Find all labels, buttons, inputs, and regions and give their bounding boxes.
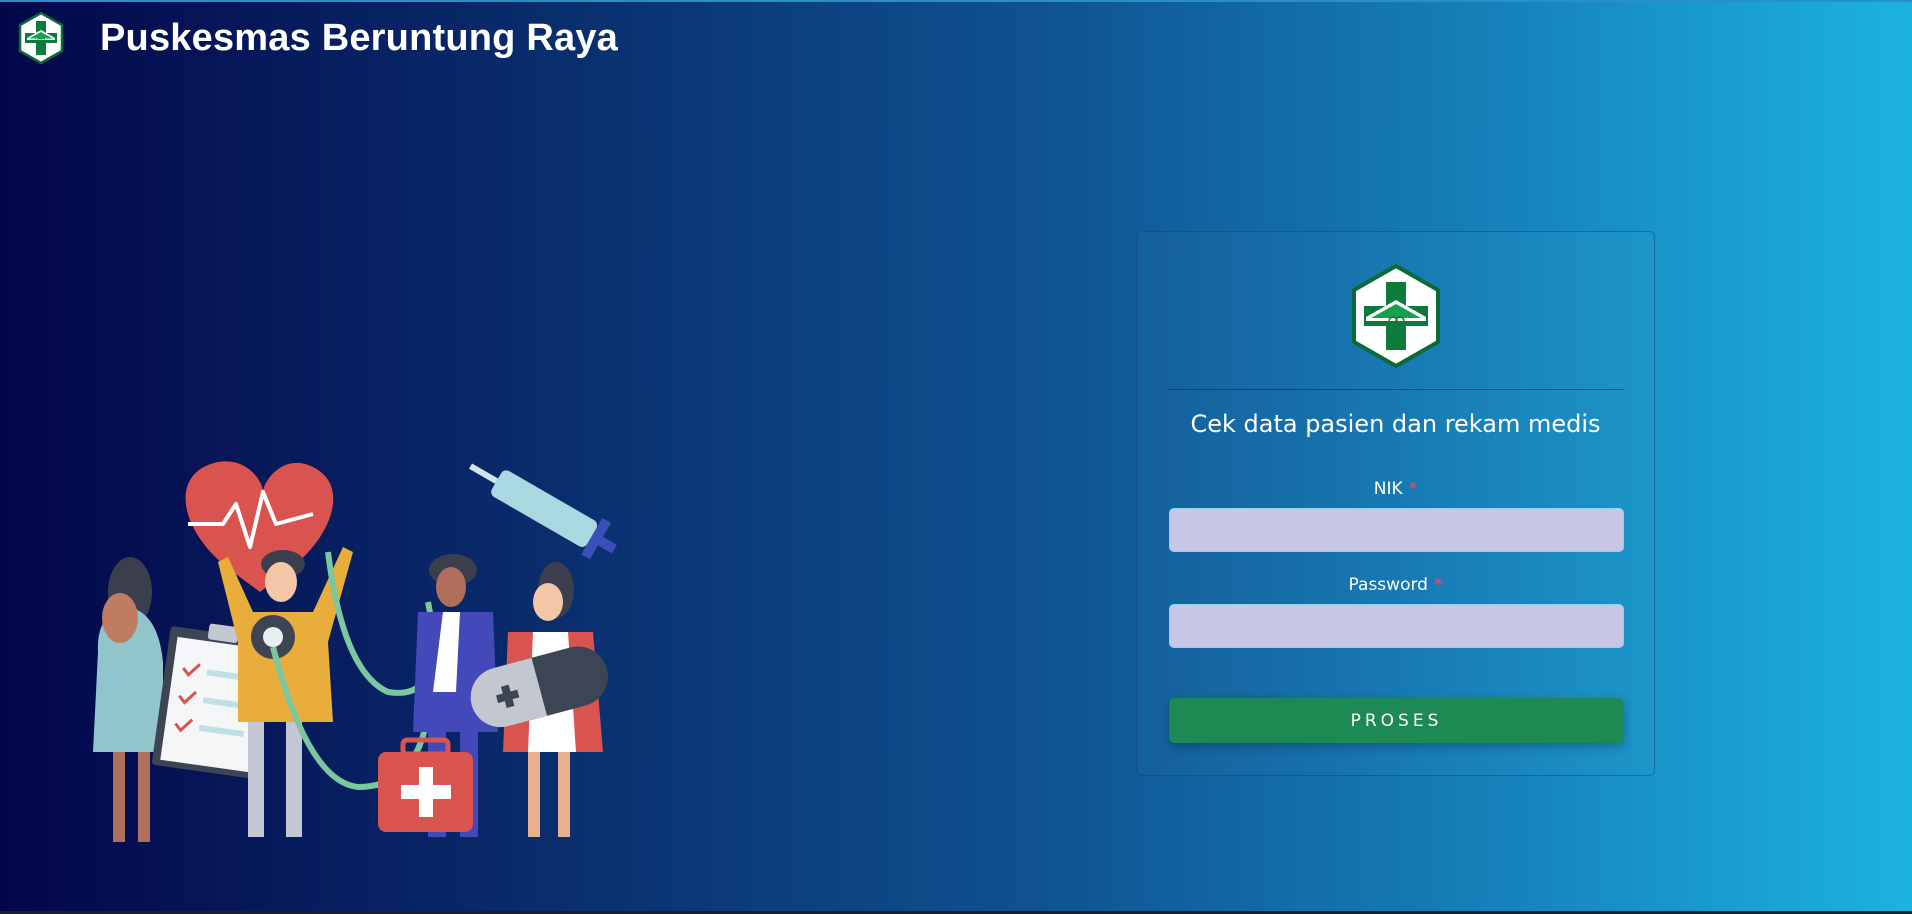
nik-label: NIK * (1137, 479, 1654, 499)
login-card: Cek data pasien dan rekam medis NIK * Pas… (1136, 231, 1655, 776)
medical-team-illustration (93, 461, 617, 842)
app-title: Puskesmas Beruntung Raya (100, 16, 618, 59)
password-label: Password * (1137, 575, 1654, 595)
nik-label-text: NIK (1373, 479, 1403, 499)
puskesmas-logo-icon (18, 12, 64, 64)
required-marker: * (1408, 479, 1418, 499)
password-label-text: Password (1348, 575, 1428, 595)
proses-button[interactable]: PROSES (1169, 698, 1624, 743)
card-divider (1169, 389, 1624, 390)
required-marker: * (1433, 575, 1443, 595)
password-input[interactable] (1169, 604, 1624, 648)
puskesmas-logo-icon (1352, 264, 1440, 368)
card-heading: Cek data pasien dan rekam medis (1190, 410, 1601, 438)
app-header: Puskesmas Beruntung Raya (18, 12, 618, 64)
nik-input[interactable] (1169, 508, 1624, 552)
top-border (0, 0, 1912, 2)
